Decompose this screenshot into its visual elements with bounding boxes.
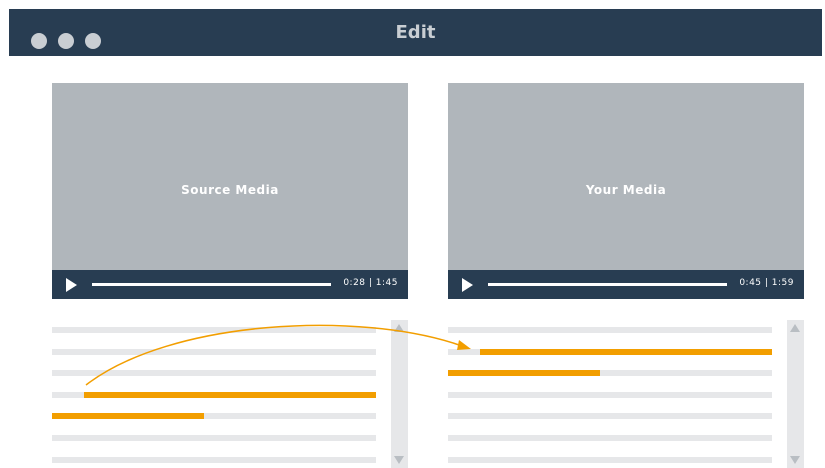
drag-arrow-icon: [85, 324, 471, 386]
